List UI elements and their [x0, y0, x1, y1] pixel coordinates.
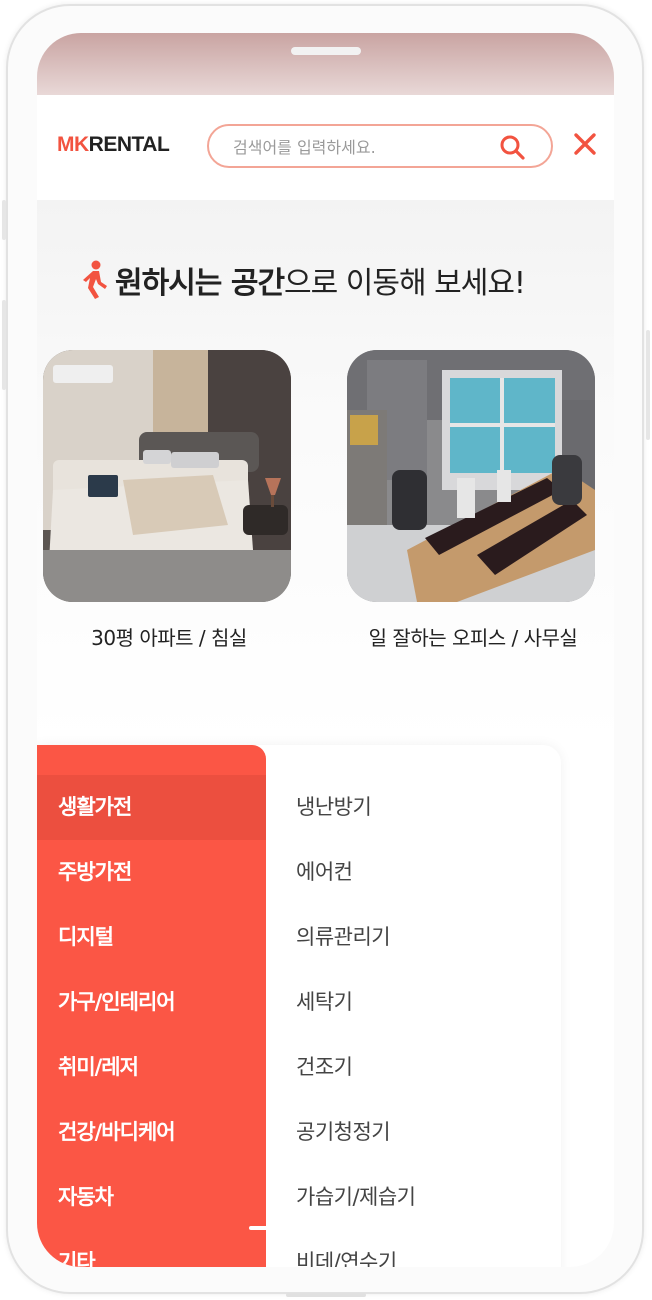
- search-box: [207, 124, 553, 168]
- phone-power-button: [646, 330, 650, 440]
- home-indicator[interactable]: [249, 1226, 409, 1230]
- logo[interactable]: MKRENTAL: [57, 133, 170, 157]
- category-item[interactable]: 주방가전: [37, 840, 266, 905]
- space-card-label: 일 잘하는 오피스 / 사무실: [368, 626, 578, 650]
- space-heading-rest: 으로 이동해 보세요!: [284, 266, 526, 301]
- phone-side-button: [2, 200, 6, 240]
- category-item[interactable]: 자동차: [37, 1165, 266, 1230]
- subcategory-item[interactable]: 에어컨: [296, 840, 353, 905]
- subcategory-item[interactable]: 공기청정기: [296, 1100, 391, 1165]
- logo-rental: RENTAL: [88, 133, 170, 156]
- space-card-bedroom[interactable]: 30평 아파트 / 침실: [43, 350, 295, 651]
- notch: [291, 47, 361, 55]
- subcategory-item[interactable]: 건조기: [296, 1035, 353, 1100]
- category-item[interactable]: 취미/레저: [37, 1035, 266, 1100]
- bedroom-photo[interactable]: [43, 350, 291, 602]
- phone-bottom-edge: [286, 1293, 366, 1297]
- phone-volume-button: [2, 300, 6, 390]
- space-card-label: 30평 아파트 / 침실: [91, 626, 247, 650]
- main-category-list: 생활가전 주방가전 디지털 가구/인테리어 취미/레저 건강/바디케어 자동차 …: [37, 745, 266, 1267]
- menu-sheet: MKRENTAL 원하시는 공간으로 이동해 보세요!: [37, 95, 614, 1267]
- search-input[interactable]: [231, 134, 495, 160]
- header: MKRENTAL: [37, 95, 614, 200]
- space-heading-bold: 원하시는 공간: [115, 266, 285, 301]
- subcategory-item[interactable]: 세탁기: [296, 970, 353, 1035]
- search-icon[interactable]: [499, 134, 525, 160]
- subcategory-item[interactable]: 비데/연수기: [296, 1230, 397, 1267]
- category-item[interactable]: 가구/인테리어: [37, 970, 266, 1035]
- subcategory-item[interactable]: 냉난방기: [296, 775, 372, 840]
- close-icon[interactable]: [571, 130, 599, 158]
- category-item[interactable]: 건강/바디케어: [37, 1100, 266, 1165]
- category-item-active[interactable]: 생활가전: [37, 775, 266, 840]
- space-section: 원하시는 공간 으로 이동해 보세요! 30평 아파트 / 침실 일 잘하는 오…: [37, 200, 614, 745]
- phone-screen: MKRENTAL 원하시는 공간으로 이동해 보세요!: [37, 33, 614, 1267]
- category-item[interactable]: 기타: [37, 1230, 266, 1267]
- office-photo[interactable]: [347, 350, 595, 602]
- subcategory-item[interactable]: 가습기/제습기: [296, 1165, 416, 1230]
- category-panel: 생활가전 주방가전 디지털 가구/인테리어 취미/레저 건강/바디케어 자동차 …: [37, 745, 561, 1267]
- space-heading: 원하시는 공간 으로 이동해 보세요!: [77, 260, 526, 301]
- space-card-office[interactable]: 일 잘하는 오피스 / 사무실: [347, 350, 599, 651]
- walking-person-icon: [83, 260, 107, 299]
- logo-mk: MK: [57, 133, 89, 156]
- subcategory-item[interactable]: 의류관리기: [296, 905, 391, 970]
- category-item[interactable]: 디지털: [37, 905, 266, 970]
